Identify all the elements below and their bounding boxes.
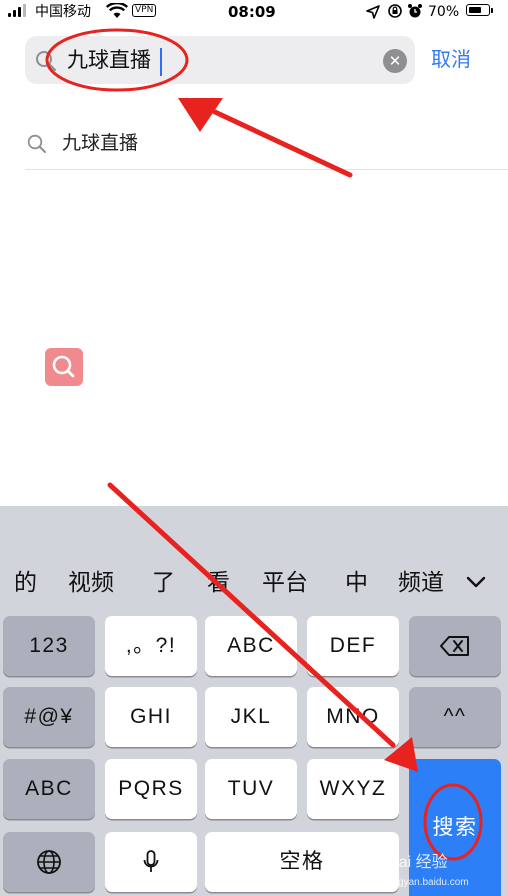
delete-icon <box>440 636 469 656</box>
key-symbols[interactable]: #@¥ <box>3 687 95 747</box>
floating-search-button[interactable] <box>45 348 83 386</box>
search-input[interactable]: 九球直播 <box>25 36 415 84</box>
candidate-word[interactable]: 平台 <box>262 568 308 598</box>
search-icon <box>27 134 47 158</box>
cellular-signal-icon <box>8 4 30 17</box>
watermark-brand: Bai <box>388 854 412 871</box>
space-key[interactable]: 空格 <box>205 832 399 892</box>
key-ghi[interactable]: GHI <box>105 687 197 747</box>
candidate-bar: 的 视频 了 看 平台 中 频道 <box>0 506 508 612</box>
search-icon <box>35 50 57 72</box>
clear-x-icon: ✕ <box>388 52 402 70</box>
globe-icon <box>37 850 61 874</box>
key-numbers[interactable]: 123 <box>3 616 95 676</box>
wifi-icon <box>105 1 129 23</box>
status-bar: 中国移动 VPN 08:09 70% <box>0 0 508 24</box>
candidate-word[interactable]: 中 <box>345 568 368 598</box>
location-arrow-icon <box>366 4 380 23</box>
candidate-word[interactable]: 的 <box>14 568 37 598</box>
delete-button[interactable] <box>409 616 501 676</box>
key-abc-layout[interactable]: ABC <box>3 759 95 819</box>
battery-percent: 70% <box>428 4 460 20</box>
mic-button[interactable] <box>105 832 197 892</box>
key-abc[interactable]: ABC <box>205 616 297 676</box>
carrier-name: 中国移动 <box>35 4 91 20</box>
candidate-word[interactable]: 了 <box>152 568 175 598</box>
search-icon <box>52 355 75 378</box>
watermark-suffix: 经验 <box>415 854 448 871</box>
key-emoticon[interactable]: ^^ <box>409 687 501 747</box>
clear-search-button[interactable]: ✕ <box>383 49 407 73</box>
key-def[interactable]: DEF <box>307 616 399 676</box>
suggestion-text: 九球直播 <box>62 132 139 154</box>
clock: 08:09 <box>228 3 276 21</box>
globe-button[interactable] <box>3 832 95 892</box>
search-query-text[interactable]: 九球直播 <box>67 47 151 73</box>
watermark-url: jingyan.baidu.com <box>388 877 469 888</box>
vpn-badge: VPN <box>132 4 157 17</box>
keyboard: 的 视频 了 看 平台 中 频道 123 ,。?! ABC DEF #@¥ GH… <box>0 506 508 896</box>
battery-tip <box>491 8 493 13</box>
key-punctuation[interactable]: ,。?! <box>105 616 197 676</box>
candidate-word[interactable]: 频道 <box>398 568 448 598</box>
candidate-word[interactable]: 看 <box>207 568 230 598</box>
battery-icon <box>466 4 490 16</box>
mic-icon <box>143 850 159 872</box>
candidate-word[interactable]: 视频 <box>68 568 114 598</box>
key-jkl[interactable]: JKL <box>205 687 297 747</box>
key-mno[interactable]: MNO <box>307 687 399 747</box>
chevron-down-icon[interactable] <box>462 568 490 596</box>
key-pqrs[interactable]: PQRS <box>105 759 197 819</box>
baidu-watermark: Bai 经验 jingyan.baidu.com <box>388 848 469 890</box>
text-cursor <box>160 48 162 76</box>
orientation-lock-icon <box>387 3 403 23</box>
key-wxyz[interactable]: WXYZ <box>307 759 399 819</box>
key-tuv[interactable]: TUV <box>205 759 297 819</box>
cancel-button[interactable]: 取消 <box>431 45 471 73</box>
alarm-clock-icon <box>407 3 423 23</box>
suggestion-item[interactable]: 九球直播 <box>25 124 508 170</box>
